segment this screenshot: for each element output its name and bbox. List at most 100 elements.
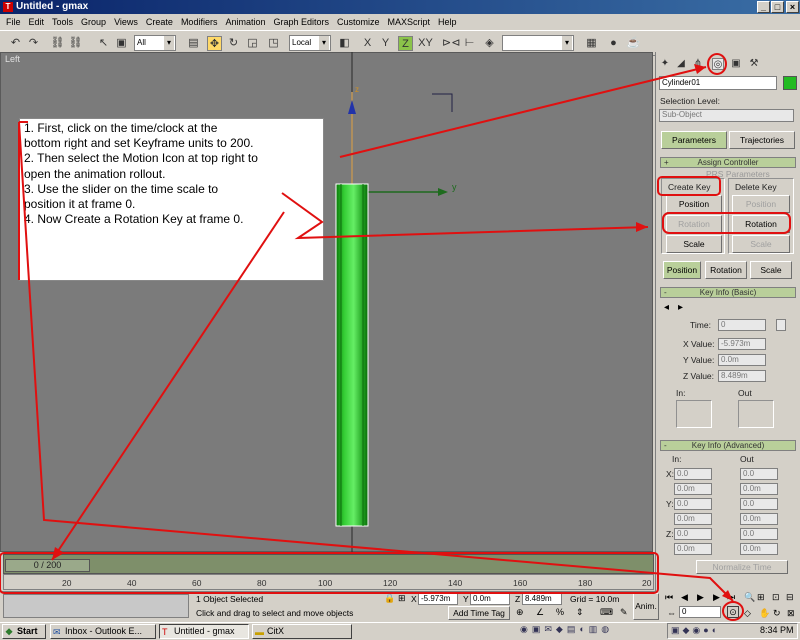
out-tangent-button[interactable] [738, 400, 774, 428]
next-key-arrow-icon[interactable]: ▸ [678, 302, 683, 313]
zoom-icon[interactable]: 🔍 [744, 592, 755, 603]
sub-object-select[interactable]: Sub-Object [659, 109, 794, 122]
current-frame-field[interactable]: 0 [679, 606, 721, 618]
assign-controller-rollout[interactable]: + Assign Controller [660, 157, 796, 168]
taskbar-item-citx[interactable]: ▬ CitX [252, 624, 352, 639]
add-time-tag-button[interactable]: Add Time Tag [448, 606, 510, 620]
x-value-field[interactable]: -5.973m [718, 338, 766, 350]
play-icon[interactable]: ▶ [697, 592, 704, 603]
menu-file[interactable]: File [2, 17, 25, 27]
time-configuration-icon[interactable]: ⊙ [727, 606, 739, 618]
close-button[interactable]: × [786, 1, 799, 13]
adv-out-y-speed-field[interactable]: 0.0m [740, 513, 778, 525]
adv-out-x-field[interactable]: 0.0 [740, 468, 778, 480]
time-slider-track[interactable] [3, 554, 654, 574]
adv-in-z-field[interactable]: 0.0 [674, 528, 712, 540]
align-icon[interactable]: ⊢ [462, 36, 477, 51]
named-selection-select[interactable] [502, 35, 574, 51]
adv-out-z-field[interactable]: 0.0 [740, 528, 778, 540]
axis-x-icon[interactable]: X [360, 36, 375, 51]
lock-key-button[interactable] [776, 319, 786, 331]
z-value-field[interactable]: 8.489m [718, 370, 766, 382]
x-coord-field[interactable]: -5.973m [418, 593, 458, 605]
motion-tab-icon[interactable]: ◎ [712, 58, 724, 70]
object-color-swatch[interactable] [783, 76, 797, 90]
keyboard-shortcut-icon[interactable]: ⌨ [600, 607, 613, 618]
prev-frame-icon[interactable]: ◀ [681, 592, 688, 603]
select-arrow-icon[interactable]: ↖ [96, 36, 111, 51]
delete-position-key-button[interactable]: Position [732, 195, 790, 213]
adv-in-x-field[interactable]: 0.0 [674, 468, 712, 480]
adv-in-x-speed-field[interactable]: 0.0m [674, 483, 712, 495]
maximize-button[interactable]: □ [771, 1, 784, 13]
zoom-extents-icon[interactable]: ⊡ [772, 592, 780, 603]
z-coord-field[interactable]: 8.489m [522, 593, 562, 605]
menu-customize[interactable]: Customize [333, 17, 384, 27]
rotate-icon[interactable]: ↻ [226, 36, 241, 51]
create-position-key-button[interactable]: Position [666, 195, 722, 213]
menu-group[interactable]: Group [77, 17, 110, 27]
selection-filter-select[interactable]: All [134, 35, 176, 51]
reference-coord-select[interactable]: Local [289, 35, 331, 51]
menu-maxscript[interactable]: MAXScript [384, 17, 435, 27]
menu-graph-editors[interactable]: Graph Editors [269, 17, 333, 27]
mode-position-button[interactable]: Position [663, 261, 701, 279]
snap-toggle-icon[interactable]: ⊕ [516, 607, 524, 618]
zoom-extents-all-icon[interactable]: ⊟ [786, 592, 794, 603]
region-select-icon[interactable]: ▣ [114, 36, 129, 51]
go-to-start-icon[interactable]: ⏮ [665, 592, 673, 603]
absolute-mode-icon[interactable]: ⊞ [398, 593, 406, 604]
arc-rotate-icon[interactable]: ↻ [773, 608, 781, 619]
adv-in-y-speed-field[interactable]: 0.0m [674, 513, 712, 525]
y-coord-field[interactable]: 0.0m [470, 593, 510, 605]
normalize-time-button[interactable]: Normalize Time [696, 560, 788, 574]
menu-modifiers[interactable]: Modifiers [177, 17, 222, 27]
menu-edit[interactable]: Edit [25, 17, 49, 27]
next-frame-icon[interactable]: ▶ [713, 592, 720, 603]
mode-rotation-button[interactable]: Rotation [705, 261, 747, 279]
create-scale-key-button[interactable]: Scale [666, 235, 722, 253]
pan-icon[interactable]: ✋ [759, 608, 770, 619]
menu-create[interactable]: Create [142, 17, 177, 27]
start-button[interactable]: ❖ Start [2, 624, 46, 639]
create-tab-icon[interactable]: ✦ [659, 58, 671, 70]
quick-launch-icons[interactable]: ◉▣✉◆▤◐▥◍ [520, 624, 660, 639]
hierarchy-tab-icon[interactable]: ⋔ [692, 58, 704, 70]
create-rotation-key-button[interactable]: Rotation [666, 215, 722, 233]
mode-scale-button[interactable]: Scale [750, 261, 792, 279]
time-slider-thumb[interactable]: 0 / 200 [5, 559, 90, 572]
field-of-view-icon[interactable]: ◇ [744, 608, 751, 619]
anim-mode-button[interactable]: Anim. [633, 593, 659, 620]
y-value-field[interactable]: 0.0m [718, 354, 766, 366]
menu-tools[interactable]: Tools [48, 17, 77, 27]
move-icon[interactable]: ✥ [207, 36, 222, 51]
delete-scale-key-button[interactable]: Scale [732, 235, 790, 253]
object-name-field[interactable]: Cylinder01 [659, 76, 777, 90]
angle-snap-icon[interactable]: ∠ [536, 607, 544, 618]
menu-animation[interactable]: Animation [221, 17, 269, 27]
axis-y-icon[interactable]: Y [378, 36, 393, 51]
percent-snap-icon[interactable]: % [556, 607, 564, 617]
snap-icon[interactable]: ◈ [482, 36, 497, 51]
tray-icons[interactable]: ▣◆◉●◐ [671, 625, 720, 636]
adv-out-x-speed-field[interactable]: 0.0m [740, 483, 778, 495]
adv-out-z-speed-field[interactable]: 0.0m [740, 543, 778, 555]
key-info-basic-rollout[interactable]: - Key Info (Basic) [660, 287, 796, 298]
delete-rotation-key-button[interactable]: Rotation [732, 215, 790, 233]
spinner-snap-icon[interactable]: ⇕ [576, 607, 584, 618]
parameters-tab[interactable]: Parameters [661, 131, 727, 149]
lock-selection-icon[interactable]: 🔒 [384, 593, 395, 604]
uniform-scale-icon[interactable]: ◳ [266, 36, 281, 51]
adv-in-z-speed-field[interactable]: 0.0m [674, 543, 712, 555]
key-info-advanced-rollout[interactable]: - Key Info (Advanced) [660, 440, 796, 451]
quick-render-icon[interactable]: ☕ [626, 36, 641, 51]
redo-icon[interactable]: ↷ [26, 36, 41, 51]
material-editor-icon[interactable]: ▦ [584, 36, 599, 51]
in-tangent-button[interactable] [676, 400, 712, 428]
maximize-viewport-icon[interactable]: ⊠ [787, 608, 795, 619]
utilities-tab-icon[interactable]: ⚒ [748, 58, 760, 70]
prev-key-arrow-icon[interactable]: ◂ [664, 302, 669, 313]
select-by-name-icon[interactable]: ▤ [186, 36, 201, 51]
link-icon[interactable]: ⛓ [50, 36, 65, 51]
unlink-icon[interactable]: ⛓ [68, 36, 83, 51]
